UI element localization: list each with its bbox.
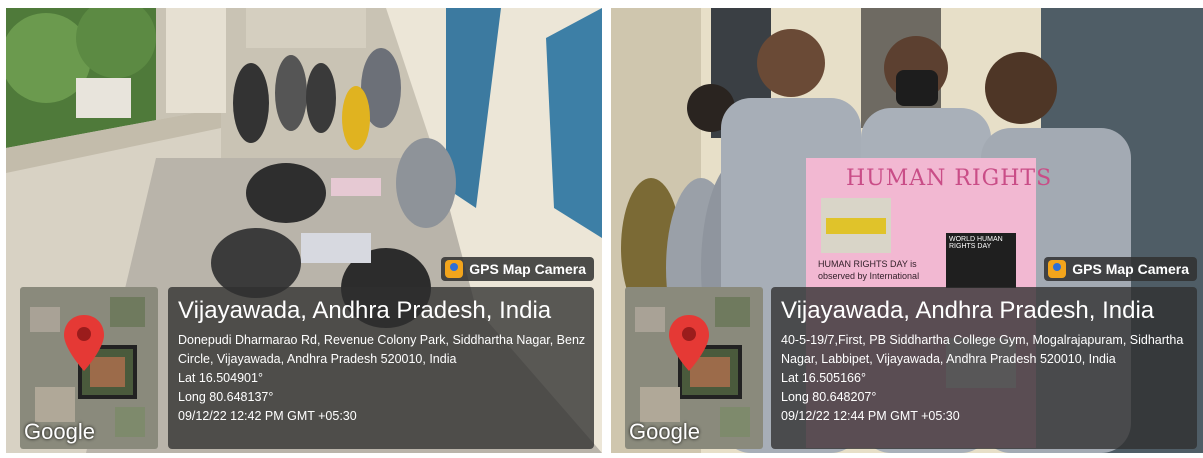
latitude-text: Lat 16.505166° bbox=[781, 371, 866, 385]
google-watermark: Google bbox=[629, 419, 700, 444]
location-info-panel: GPS Map Camera Vijayawada, Andhra Prades… bbox=[168, 257, 594, 449]
location-title: Vijayawada, Andhra Pradesh, India bbox=[781, 297, 1155, 324]
photo-right: HUMAN RIGHTS WORLD HUMAN RIGHTS DAY HUMA… bbox=[611, 8, 1203, 453]
location-details: Donepudi Dharmarao Rd, Revenue Colony Pa… bbox=[178, 331, 588, 426]
poster-body-text: HUMAN RIGHTS DAY is observed by Internat… bbox=[818, 259, 920, 281]
gps-camera-icon bbox=[1048, 260, 1067, 278]
address-text: Donepudi Dharmarao Rd, Revenue Colony Pa… bbox=[178, 333, 586, 366]
location-details: 40-5-19/7,First, PB Siddhartha College G… bbox=[781, 331, 1191, 426]
poster-sign-text: WORLD HUMAN RIGHTS DAY bbox=[949, 236, 1003, 250]
map-thumbnail: Google bbox=[20, 287, 158, 449]
gps-map-camera-badge: GPS Map Camera bbox=[441, 257, 594, 281]
location-pin-icon bbox=[64, 315, 104, 371]
badge-label: GPS Map Camera bbox=[1072, 261, 1189, 277]
latitude-text: Lat 16.504901° bbox=[178, 371, 263, 385]
map-thumbnail: Google bbox=[625, 287, 763, 449]
longitude-text: Long 80.648207° bbox=[781, 390, 877, 404]
location-pin-icon bbox=[669, 315, 709, 371]
timestamp-text: 09/12/22 12:44 PM GMT +05:30 bbox=[781, 409, 960, 423]
location-info-panel: GPS Map Camera Vijayawada, Andhra Prades… bbox=[771, 257, 1197, 449]
gps-map-camera-badge: GPS Map Camera bbox=[1044, 257, 1197, 281]
photo-left: Google GPS Map Camera Vijayawada, Andhra… bbox=[6, 8, 602, 453]
gps-camera-icon bbox=[445, 260, 464, 278]
timestamp-text: 09/12/22 12:42 PM GMT +05:30 bbox=[178, 409, 357, 423]
longitude-text: Long 80.648137° bbox=[178, 390, 274, 404]
location-title: Vijayawada, Andhra Pradesh, India bbox=[178, 297, 552, 324]
badge-label: GPS Map Camera bbox=[469, 261, 586, 277]
poster-title: HUMAN RIGHTS bbox=[846, 166, 1053, 191]
address-text: 40-5-19/7,First, PB Siddhartha College G… bbox=[781, 333, 1184, 366]
google-watermark: Google bbox=[24, 419, 95, 444]
